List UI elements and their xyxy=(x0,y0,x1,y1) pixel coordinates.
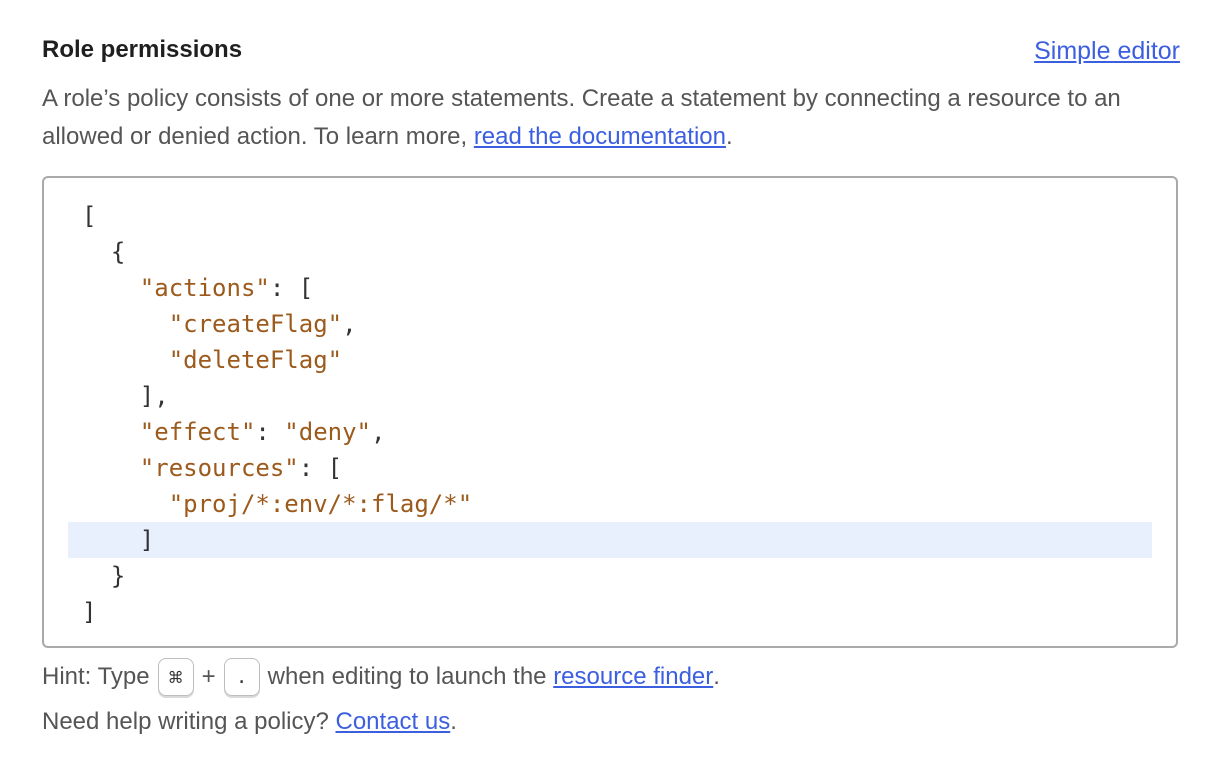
code-line-content: ] xyxy=(68,522,154,558)
description-suffix: . xyxy=(726,123,733,150)
code-token: , xyxy=(371,418,386,446)
code-token: [ xyxy=(82,202,97,230)
code-token: { xyxy=(82,238,126,266)
code-line-content: "deleteFlag" xyxy=(44,342,342,378)
policy-code-editor[interactable]: [ { "actions": [ "createFlag", "deleteFl… xyxy=(42,176,1178,648)
help-prefix: Need help writing a policy? xyxy=(42,708,336,735)
documentation-link[interactable]: read the documentation xyxy=(474,123,726,150)
code-line[interactable]: "resources": [ xyxy=(44,450,1176,486)
code-token: : [ xyxy=(269,274,314,302)
code-string-token: "actions" xyxy=(139,274,270,302)
code-line[interactable]: "createFlag", xyxy=(44,306,1176,342)
description: A role’s policy consists of one or more … xyxy=(42,80,1162,156)
code-token: } xyxy=(82,562,126,590)
code-line-content: } xyxy=(44,558,125,594)
code-line[interactable]: ] xyxy=(44,594,1176,630)
hint-middle: when editing to launch the xyxy=(267,663,547,690)
code-line[interactable]: { xyxy=(44,234,1176,270)
code-token: ] xyxy=(82,598,97,626)
code-line[interactable]: } xyxy=(44,558,1176,594)
code-line[interactable]: "deleteFlag" xyxy=(44,342,1176,378)
code-line-content: "resources": [ xyxy=(44,450,342,486)
code-line-content: "actions": [ xyxy=(44,270,313,306)
contact-us-link[interactable]: Contact us xyxy=(336,708,451,735)
code-line-content: ], xyxy=(44,378,169,414)
hint-plus: + xyxy=(201,663,216,690)
hint-text: Hint: Type ⌘ + . when editing to launch … xyxy=(42,656,720,698)
hint-suffix: . xyxy=(713,663,720,690)
code-string-token: "resources" xyxy=(139,454,299,482)
code-string-token: "proj/*:env/*:flag/*" xyxy=(168,490,473,518)
code-token: ], xyxy=(82,382,169,410)
code-line-content: "createFlag", xyxy=(44,306,357,342)
resource-finder-link[interactable]: resource finder xyxy=(553,663,713,691)
code-line-content: [ xyxy=(44,198,96,234)
code-line-content: { xyxy=(44,234,125,270)
code-string-token: "deleteFlag" xyxy=(168,346,343,374)
code-line-active[interactable]: ] xyxy=(68,522,1152,558)
code-line[interactable]: "proj/*:env/*:flag/*" xyxy=(44,486,1176,522)
code-line-content: "proj/*:env/*:flag/*" xyxy=(44,486,472,522)
code-line[interactable]: ], xyxy=(44,378,1176,414)
help-suffix: . xyxy=(450,708,457,735)
code-token: ] xyxy=(82,526,155,554)
page-title: Role permissions xyxy=(42,36,243,63)
help-text: Need help writing a policy? Contact us. xyxy=(42,708,457,736)
simple-editor-link[interactable]: Simple editor xyxy=(1034,37,1180,66)
code-line[interactable]: [ xyxy=(44,198,1176,234)
code-string-token: "effect" xyxy=(139,418,256,446)
command-key-icon: ⌘ xyxy=(157,658,194,696)
hint-prefix: Hint: Type xyxy=(42,663,150,690)
code-string-token: "createFlag" xyxy=(168,310,343,338)
code-token: , xyxy=(342,310,357,338)
code-string-token: "deny" xyxy=(284,418,371,446)
code-lines[interactable]: [ { "actions": [ "createFlag", "deleteFl… xyxy=(44,198,1176,630)
code-line[interactable]: "effect": "deny", xyxy=(44,414,1176,450)
code-line[interactable]: "actions": [ xyxy=(44,270,1176,306)
code-token: : [ xyxy=(298,454,343,482)
code-line-content: ] xyxy=(44,594,96,630)
period-key-icon: . xyxy=(223,658,260,696)
code-line-content: "effect": "deny", xyxy=(44,414,386,450)
code-token: : xyxy=(255,418,285,446)
